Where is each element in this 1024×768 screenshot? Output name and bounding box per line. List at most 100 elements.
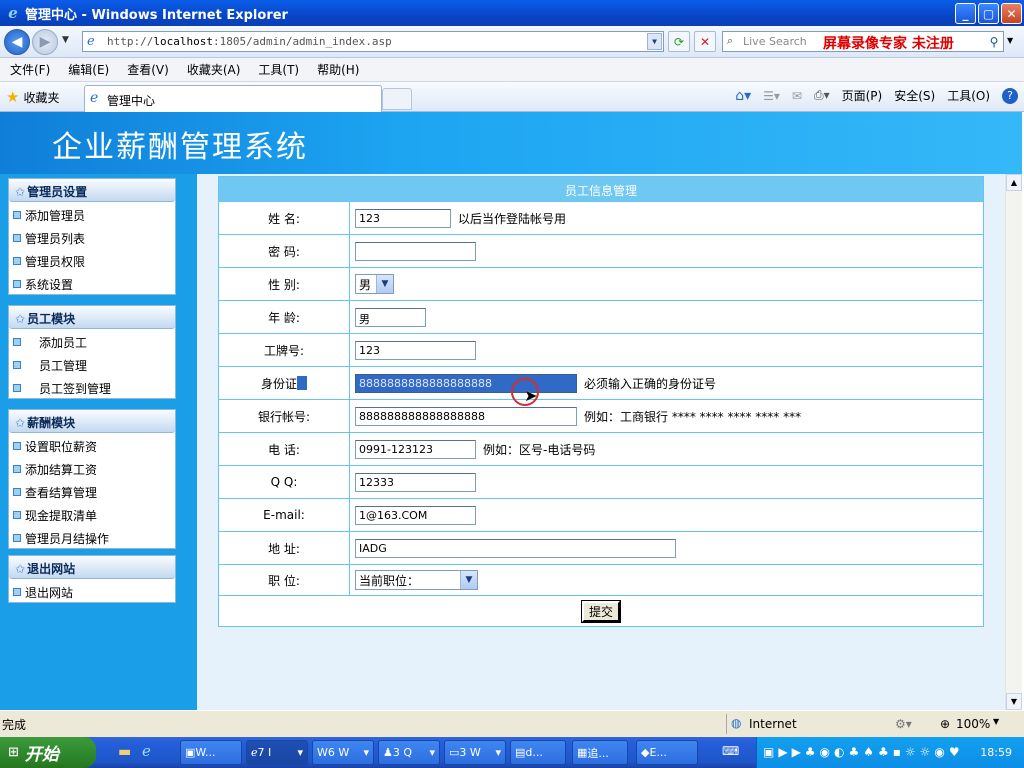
phone-input[interactable]: 0991-123123 bbox=[355, 439, 476, 459]
sidebar-item-employee-manage[interactable]: 员工管理 bbox=[9, 352, 175, 375]
ie-quicklaunch-icon[interactable]: e bbox=[142, 742, 151, 760]
sidebar-item-admin-perms[interactable]: 管理员权限 bbox=[9, 248, 175, 271]
gender-select[interactable]: 男 ▼ bbox=[355, 274, 394, 294]
sidebar-item-monthly-close[interactable]: 管理员月结操作 bbox=[9, 525, 175, 548]
window-titlebar[interactable]: e 管理中心 - Windows Internet Explorer _ ▢ ✕ bbox=[0, 0, 1024, 26]
field-label: E-mail: bbox=[219, 499, 350, 531]
home-icon[interactable]: ⌂▾ bbox=[735, 88, 751, 104]
folder-icon[interactable]: ▬ bbox=[118, 744, 131, 760]
tools-menu[interactable]: 工具(O) bbox=[947, 87, 990, 104]
submit-button[interactable]: 提交 bbox=[580, 599, 622, 623]
sidebar-item-checkin-manage[interactable]: 员工签到管理 bbox=[9, 375, 175, 398]
sidebar-item-system-settings[interactable]: 系统设置 bbox=[9, 271, 175, 294]
sidebar-item-add-employee[interactable]: 添加员工 bbox=[9, 329, 175, 352]
taskbar-button-7[interactable]: ▦ 追... bbox=[572, 740, 628, 765]
bullet-icon bbox=[13, 280, 21, 288]
field-note: 例如：区号-电话号码 bbox=[483, 442, 596, 457]
sidebar-item-add-settlement[interactable]: 添加结算工资 bbox=[9, 456, 175, 479]
search-input[interactable]: ⌕ Live Search 屏幕录像专家 未注册 bbox=[722, 31, 1004, 52]
keyboard-icon[interactable]: ⌨ bbox=[722, 744, 739, 758]
new-tab-button[interactable] bbox=[382, 88, 412, 110]
sidebar-section-title[interactable]: ✩ 员工模块 bbox=[9, 306, 175, 329]
search-options-icon[interactable]: ▼ bbox=[1007, 36, 1013, 45]
field-label-text: 身份证: bbox=[260, 376, 302, 391]
bullet-icon bbox=[13, 442, 21, 450]
forward-button[interactable]: ▶ bbox=[32, 29, 58, 55]
name-input[interactable]: 123 bbox=[355, 208, 451, 228]
sidebar-section-title[interactable]: ✩ 退出网站 bbox=[9, 556, 175, 579]
form-row-qq: Q Q: 12333 bbox=[219, 465, 983, 498]
field-label: 电 话: bbox=[219, 433, 350, 465]
maximize-button[interactable]: ▢ bbox=[978, 3, 999, 24]
menu-view[interactable]: 查看(V) bbox=[117, 61, 177, 78]
age-input[interactable]: 男 bbox=[355, 307, 426, 327]
form-row-idcard: 身份证: 8888888888888888888 必须输入正确的身份证号 ➤ bbox=[219, 366, 983, 406]
taskbar-button-1[interactable]: ▣ W... bbox=[180, 740, 242, 765]
menu-edit[interactable]: 编辑(E) bbox=[58, 61, 117, 78]
menu-favorites[interactable]: 收藏夹(A) bbox=[177, 61, 249, 78]
scroll-down-icon[interactable]: ▼ bbox=[1006, 693, 1022, 710]
clock[interactable]: 18:59 bbox=[980, 746, 1012, 759]
favorites-button[interactable]: ★ 收藏夹 bbox=[6, 88, 59, 106]
menu-file[interactable]: 文件(F) bbox=[0, 61, 58, 78]
help-icon[interactable]: ? bbox=[1002, 87, 1018, 104]
command-bar: ⌂▾ ☰▾ ✉ ⎙▾ 页面(P) 安全(S) 工具(O) ? bbox=[735, 87, 1018, 104]
mail-icon[interactable]: ✉ bbox=[792, 89, 802, 103]
address-dropdown-icon[interactable]: ▼ bbox=[647, 33, 662, 50]
taskbar-button-4[interactable]: ♟ 3 Q ▾ bbox=[378, 740, 440, 765]
search-button[interactable]: ⚲ bbox=[984, 31, 1004, 52]
bullet-icon bbox=[13, 511, 21, 519]
menu-tools[interactable]: 工具(T) bbox=[248, 61, 307, 78]
email-input[interactable]: 1@163.COM bbox=[355, 505, 476, 525]
protected-mode-icon[interactable]: ⚙▾ bbox=[895, 717, 912, 731]
address-input-field[interactable]: IADG bbox=[355, 538, 676, 558]
status-bar: 完成 ◍ Internet ⚙▾ ⊕ 100% ▼ bbox=[0, 710, 1024, 737]
sidebar-item-add-admin[interactable]: 添加管理员 bbox=[9, 202, 175, 225]
zoom-dropdown-icon[interactable]: ▼ bbox=[993, 717, 999, 726]
close-button[interactable]: ✕ bbox=[1001, 3, 1022, 24]
back-button[interactable]: ◀ bbox=[4, 29, 30, 55]
badge-number-input[interactable]: 123 bbox=[355, 340, 476, 360]
stop-button[interactable]: ✕ bbox=[694, 31, 716, 52]
zoom-icon[interactable]: ⊕ bbox=[940, 717, 950, 731]
vertical-scrollbar[interactable]: ▲ ▼ bbox=[1005, 174, 1022, 710]
taskbar-button-6[interactable]: ▤ d... bbox=[510, 740, 566, 765]
field-label: 密 码: bbox=[219, 235, 350, 267]
print-icon[interactable]: ⎙▾ bbox=[814, 88, 830, 103]
sidebar-item-position-salary[interactable]: 设置职位薪资 bbox=[9, 433, 175, 456]
sidebar-item-label: 管理员列表 bbox=[25, 231, 86, 246]
feeds-icon[interactable]: ☰▾ bbox=[763, 89, 780, 103]
taskbar-button-2[interactable]: ℯ 7 I ▾ bbox=[246, 740, 308, 765]
sidebar-item-cash-list[interactable]: 现金提取清单 bbox=[9, 502, 175, 525]
sidebar-item-view-settlement[interactable]: 查看结算管理 bbox=[9, 479, 175, 502]
tab-active[interactable]: e 管理中心 bbox=[84, 85, 382, 112]
address-input[interactable]: e http://localhost:1805/admin/admin_inde… bbox=[82, 31, 664, 52]
tray-icons[interactable]: ▣▶▶♣◉◐♣♠♣▪☼☼◉♥ bbox=[763, 745, 964, 759]
sidebar-section-employee: ✩ 员工模块 添加员工 员工管理 员工签到管理 bbox=[8, 305, 176, 399]
minimize-button[interactable]: _ bbox=[955, 3, 976, 24]
sidebar-item-exit-site[interactable]: 退出网站 bbox=[9, 579, 175, 602]
safety-menu[interactable]: 安全(S) bbox=[894, 87, 935, 104]
qq-input[interactable]: 12333 bbox=[355, 472, 476, 492]
start-button[interactable]: ⊞ 开始 bbox=[0, 737, 96, 768]
sidebar-item-label: 管理员月结操作 bbox=[25, 531, 110, 546]
bank-account-input[interactable]: 888888888888888888 bbox=[355, 406, 577, 426]
scroll-up-icon[interactable]: ▲ bbox=[1006, 174, 1022, 191]
sidebar-section-title[interactable]: ✩ 薪酬模块 bbox=[9, 410, 175, 433]
taskbar-button-8[interactable]: ◆ E... bbox=[636, 740, 698, 765]
app-icon: ▣ bbox=[185, 746, 196, 759]
history-dropdown-icon[interactable]: ▼ bbox=[62, 35, 69, 45]
refresh-button[interactable]: ⟳ bbox=[668, 31, 690, 52]
page-menu[interactable]: 页面(P) bbox=[842, 87, 883, 104]
password-input[interactable] bbox=[355, 241, 476, 261]
zoom-level[interactable]: 100% bbox=[956, 717, 990, 731]
idcard-input[interactable]: 8888888888888888888 bbox=[355, 373, 577, 393]
taskbar-button-5[interactable]: ▭ 3 W ▾ bbox=[444, 740, 506, 765]
sidebar-section-title[interactable]: ✩ 管理员设置 bbox=[9, 179, 175, 202]
menu-help[interactable]: 帮助(H) bbox=[307, 61, 367, 78]
taskbar-button-3[interactable]: W 6 W ▾ bbox=[312, 740, 374, 765]
sidebar-item-admin-list[interactable]: 管理员列表 bbox=[9, 225, 175, 248]
app-icon: ▦ bbox=[577, 746, 588, 759]
position-select[interactable]: 当前职位： ▼ bbox=[355, 570, 478, 590]
zone-text: Internet bbox=[749, 717, 797, 731]
